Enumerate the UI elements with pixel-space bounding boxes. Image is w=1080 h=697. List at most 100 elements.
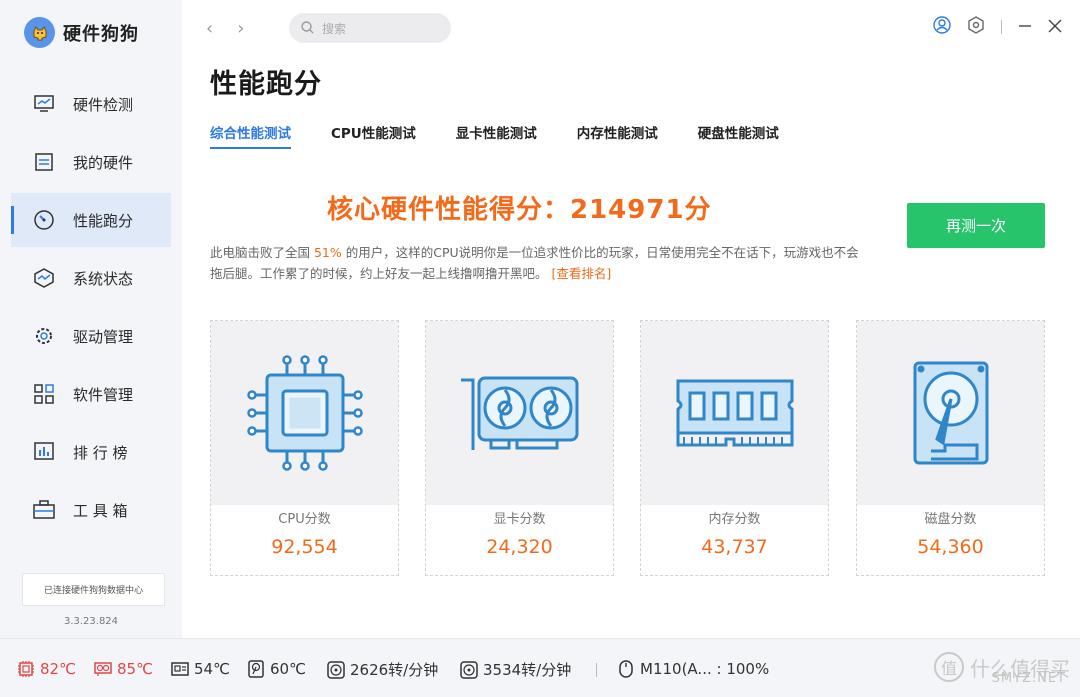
sidebar-item-label: 我的硬件 (73, 153, 134, 172)
sidebar-item-my-hardware[interactable]: 我的硬件 (11, 135, 171, 189)
tab-cpu-benchmark[interactable]: CPU性能测试 (331, 122, 416, 149)
mouse-icon (616, 659, 636, 679)
gpu-score-card: 显卡分数 24,320 (425, 320, 614, 576)
card-value: 43,737 (701, 536, 768, 558)
disk-temp-stat: 60℃ (246, 659, 306, 679)
sidebar-item-label: 硬件检测 (73, 95, 134, 114)
toolbox-icon (33, 499, 55, 521)
page-title: 性能跑分 (210, 69, 322, 100)
watermark-logo-icon: 值 (934, 652, 964, 682)
sidebar-item-benchmark[interactable]: 性能跑分 (11, 193, 171, 247)
memory-score-card: 内存分数 43,737 (640, 320, 829, 576)
disk-score-card: 磁盘分数 54,360 (856, 320, 1045, 576)
motherboard-icon (170, 659, 190, 679)
sidebar-item-label: 软件管理 (73, 385, 134, 404)
topbar: ‹ › 搜索 (182, 0, 1080, 56)
sidebar-item-system-status[interactable]: 系统状态 (11, 251, 171, 305)
board-temp-value: 54℃ (194, 660, 230, 678)
card-label: CPU分数 (278, 512, 331, 527)
close-icon[interactable] (1048, 18, 1062, 37)
sidebar-item-label: 工 具 箱 (73, 501, 128, 520)
tab-gpu-benchmark[interactable]: 显卡性能测试 (456, 122, 537, 149)
minimize-icon[interactable] (1018, 18, 1032, 37)
sidebar-item-ranking[interactable]: 排 行 榜 (11, 425, 171, 479)
system-status-icon (33, 267, 55, 289)
apps-grid-icon (33, 383, 55, 405)
sidebar-item-label: 驱动管理 (73, 327, 134, 346)
app-name: 硬件狗狗 (63, 23, 139, 45)
settings-icon[interactable] (967, 16, 985, 38)
tab-bar: 综合性能测试 CPU性能测试 显卡性能测试 内存性能测试 硬盘性能测试 (210, 122, 819, 149)
monitor-chart-icon (33, 93, 55, 115)
card-value: 24,320 (486, 536, 553, 558)
app-logo: 硬件狗狗 (24, 17, 139, 48)
view-ranking-link[interactable]: [查看排名] (552, 266, 612, 281)
graphics-card-icon (460, 376, 578, 450)
disk-temp-value: 60℃ (270, 660, 306, 678)
fan2-speed-value: 3534转/分钟 (483, 661, 572, 679)
tab-overall-benchmark[interactable]: 综合性能测试 (210, 122, 291, 149)
search-icon (301, 19, 314, 38)
card-value: 92,554 (271, 536, 338, 558)
card-label: 磁盘分数 (924, 512, 977, 527)
card-label: 显卡分数 (493, 512, 546, 527)
sidebar-nav: 硬件检测 我的硬件 性能跑分 系统状态 驱动管理 软件管理 排 行 榜 工 具 … (11, 77, 171, 541)
graphics-card-icon (93, 659, 113, 679)
watermark-sub: SMYZ.NET (991, 671, 1066, 686)
cpu-score-card: CPU分数 92,554 (210, 320, 399, 576)
forward-arrow-icon[interactable]: › (237, 18, 244, 39)
sidebar-item-label: 排 行 榜 (73, 443, 128, 462)
beat-percent: 51% (313, 245, 342, 260)
sidebar-item-hardware-detect[interactable]: 硬件检测 (11, 77, 171, 131)
bar-chart-icon (33, 441, 55, 463)
search-placeholder: 搜索 (322, 21, 347, 36)
gear-icon (33, 325, 55, 347)
card-label: 内存分数 (708, 512, 761, 527)
sidebar-item-toolbox[interactable]: 工 具 箱 (11, 483, 171, 537)
score-description: 此电脑击败了全国 51% 的用户，这样的CPU说明你是一位追求性价比的玩家，日常… (210, 242, 860, 284)
cpu-chip-icon (246, 355, 363, 471)
card-image (857, 321, 1044, 505)
fan-icon (459, 660, 479, 680)
tab-disk-benchmark[interactable]: 硬盘性能测试 (698, 122, 779, 149)
card-value: 54,360 (917, 536, 984, 558)
status-bar: 82℃ 85℃ 54℃ 60℃ 2626转/分钟 3534转/分钟 M110(A… (0, 638, 1080, 697)
tab-memory-benchmark[interactable]: 内存性能测试 (577, 122, 658, 149)
connection-status: 已连接硬件狗狗数据中心 (22, 573, 165, 606)
speedometer-icon (33, 209, 55, 231)
divider (596, 663, 597, 677)
card-image (426, 321, 613, 505)
back-arrow-icon[interactable]: ‹ (206, 18, 213, 39)
hardware-board-icon (33, 151, 55, 173)
hard-disk-icon (913, 361, 988, 465)
mouse-battery-value: M110(A... : 100% (640, 660, 770, 678)
sidebar: 硬件狗狗 硬件检测 我的硬件 性能跑分 系统状态 驱动管理 软件管理 排 行 榜… (0, 0, 182, 638)
app-version: 3.3.23.824 (63, 616, 119, 627)
sidebar-item-label: 性能跑分 (73, 211, 134, 230)
fan2-speed-stat: 3534转/分钟 (459, 659, 571, 680)
ram-module-icon (676, 379, 793, 447)
retest-button[interactable]: 再测一次 (907, 203, 1045, 248)
card-image (211, 321, 398, 505)
card-image (641, 321, 828, 505)
fan-icon (326, 660, 346, 680)
desc-prefix: 此电脑击败了全国 (210, 245, 314, 260)
fan1-speed-stat: 2626转/分钟 (326, 659, 438, 680)
divider (1001, 20, 1002, 34)
dog-logo-icon (24, 17, 55, 48)
gpu-temp-stat: 85℃ (93, 659, 153, 679)
cpu-temp-value: 82℃ (40, 660, 76, 678)
mouse-battery-stat: M110(A... : 100% (616, 659, 769, 679)
cpu-temp-stat: 82℃ (16, 659, 76, 679)
fan1-speed-value: 2626转/分钟 (350, 661, 439, 679)
sidebar-item-software-manage[interactable]: 软件管理 (11, 367, 171, 421)
sidebar-item-driver-manage[interactable]: 驱动管理 (11, 309, 171, 363)
gpu-temp-value: 85℃ (117, 660, 153, 678)
sidebar-item-label: 系统状态 (73, 269, 134, 288)
total-score-headline: 核心硬件性能得分：214971分 (327, 195, 712, 225)
board-temp-stat: 54℃ (170, 659, 230, 679)
user-icon[interactable] (933, 16, 951, 38)
search-input[interactable]: 搜索 (289, 13, 451, 43)
hard-disk-icon (246, 659, 266, 679)
window-controls (933, 16, 1062, 38)
